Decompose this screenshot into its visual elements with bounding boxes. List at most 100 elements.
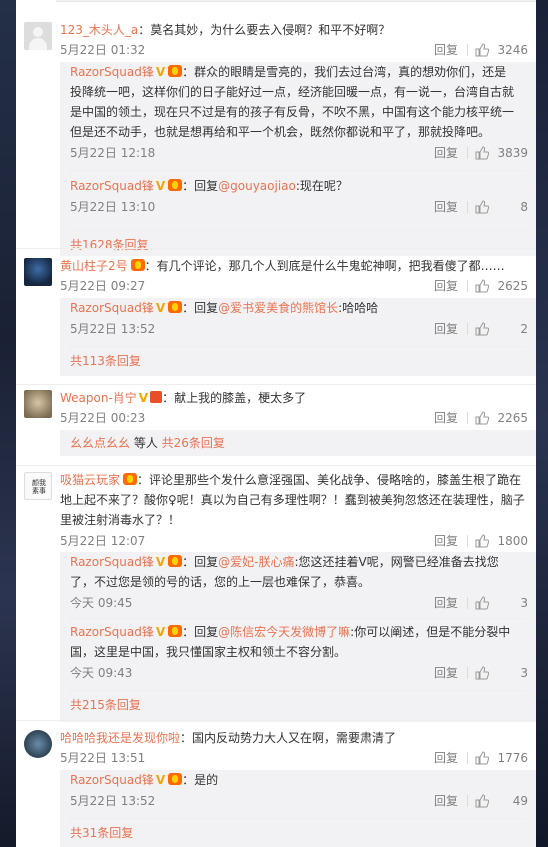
more-replies-link[interactable]: 共113条回复 (70, 352, 141, 370)
thumbs-up-icon[interactable] (474, 321, 490, 337)
reply-meta: 5月22日 13:52 回复 2 (70, 320, 528, 338)
fan-badge-icon (168, 625, 183, 637)
like-count: 3 (520, 596, 528, 610)
mention-link[interactable]: @爱书爱美食的熊馆长 (218, 301, 338, 315)
reply-text-line: 国，这里是中国，我只懂国家主权和领土不容分割。 (70, 645, 347, 659)
thumbs-up-icon[interactable] (474, 199, 490, 215)
comment-text: 黄山柱子2号 ：有几个评论，那几个人到底是什么牛鬼蛇神啊，把我看傻了都…… (60, 259, 505, 273)
like-count: 3 (520, 666, 528, 680)
divider (467, 323, 468, 335)
avatar[interactable] (24, 258, 52, 286)
avatar[interactable] (24, 22, 52, 50)
reply-preview-users[interactable]: 幺幺点幺幺 (70, 436, 130, 450)
reply-username[interactable]: RazorSquad锋 (70, 179, 154, 193)
reply-box: 幺幺点幺幺 等人 共26条回复 (60, 430, 536, 456)
comment-meta: 5月22日 13:51 回复 1776 (60, 749, 528, 767)
thumbs-up-icon[interactable] (474, 793, 490, 809)
comment-time: 5月22日 00:23 (60, 411, 146, 425)
reply-meta: 今天 09:45 回复 3 (70, 594, 528, 612)
reply-button[interactable]: 回复 (434, 594, 458, 612)
comment-meta: 5月22日 00:23 回复 2265 (60, 409, 528, 427)
comment-text-line: 地上起不来了？酸你♀呢！真以为自己有多理性啊？！蠢到被美狗忽悠还在装理性，脑子 (60, 493, 525, 507)
reply-username[interactable]: RazorSquad锋 (70, 773, 154, 787)
divider (467, 147, 468, 159)
divider (467, 412, 468, 424)
reply-time: 5月22日 13:52 (70, 794, 156, 808)
divider (467, 535, 468, 547)
thumbs-up-icon[interactable] (474, 410, 490, 426)
mention-link[interactable]: @gouyaojiao (218, 179, 296, 193)
thumbs-up-icon[interactable] (474, 665, 490, 681)
reply-meta: 今天 09:43 回复 3 (70, 664, 528, 682)
verified-v-icon: V (138, 391, 149, 405)
more-replies-link[interactable]: 共31条回复 (70, 824, 133, 842)
thumbs-up-icon[interactable] (474, 42, 490, 58)
divider (467, 201, 468, 213)
reply-time: 今天 09:43 (70, 666, 133, 680)
divider (16, 465, 536, 466)
reply-text: RazorSquad锋 V ：回复@爱妃-朕心痛:您这还挂着V呢，网警已经准备去找您 (70, 552, 528, 572)
like-count: 8 (520, 200, 528, 214)
comment-time: 5月22日 09:27 (60, 279, 146, 293)
comment-username[interactable]: 吸猫云玩家 (60, 473, 120, 487)
reply-button[interactable]: 回复 (434, 532, 458, 550)
more-replies-link[interactable]: 幺幺点幺幺 等人 共26条回复 (70, 434, 225, 452)
mention-link[interactable]: @陈信宏今天发微博了嘛 (218, 625, 350, 639)
comment-text: 123_木头人_a：莫名其妙，为什么要去入侵啊？和平不好啊？ (60, 23, 391, 37)
reply-username[interactable]: RazorSquad锋 (70, 301, 154, 315)
comment-username[interactable]: 黄山柱子2号 (60, 259, 128, 273)
more-replies-link[interactable]: 共1628条回复 (70, 236, 149, 254)
like-count: 1776 (497, 751, 528, 765)
comment-username[interactable]: 哈哈哈我还是发现你啦 (60, 731, 180, 745)
comment-username[interactable]: 123_木头人_a (60, 23, 138, 37)
thumbs-up-icon[interactable] (474, 278, 490, 294)
reply-button[interactable]: 回复 (434, 144, 458, 162)
thumbs-up-icon[interactable] (474, 750, 490, 766)
fan-badge-icon (168, 773, 183, 785)
reply-box: RazorSquad锋 V ：群众的眼睛是雪亮的，我们去过台湾，真的想劝你们，还是 … (60, 62, 536, 256)
reply-button[interactable]: 回复 (434, 277, 458, 295)
divider (70, 818, 526, 819)
divider (467, 44, 468, 56)
reply-time: 5月22日 12:18 (70, 146, 156, 160)
reply-button[interactable]: 回复 (434, 664, 458, 682)
like-count: 2625 (497, 279, 528, 293)
thumbs-up-icon[interactable] (474, 533, 490, 549)
reply-button[interactable]: 回复 (434, 792, 458, 810)
reply-text: RazorSquad锋 V ：群众的眼睛是雪亮的，我们去过台湾，真的想劝你们，还是 (70, 62, 528, 82)
thumbs-up-icon[interactable] (474, 595, 490, 611)
comment-username[interactable]: Weapon-肖宁 (60, 391, 137, 405)
reply-time: 今天 09:45 (70, 596, 133, 610)
reply-text: RazorSquad锋 V ：回复@陈信宏今天发微博了嘛:你可以阐述，但是不能分裂中 (70, 622, 528, 642)
reply-button[interactable]: 回复 (434, 41, 458, 59)
avatar[interactable] (24, 730, 52, 758)
like-count: 2265 (497, 411, 528, 425)
reply-username[interactable]: RazorSquad锋 (70, 625, 154, 639)
reply-button[interactable]: 回复 (434, 198, 458, 216)
comment-text: Weapon-肖宁 V ：献上我的膝盖，梗太多了 (60, 388, 528, 408)
reply-button[interactable]: 回复 (434, 409, 458, 427)
divider (467, 597, 468, 609)
reply-username[interactable]: RazorSquad锋 (70, 65, 154, 79)
divider (467, 280, 468, 292)
divider (70, 618, 526, 619)
divider (70, 170, 526, 171)
medal-badge-icon (150, 391, 163, 403)
verified-v-icon: V (155, 773, 166, 787)
fan-badge-icon (168, 179, 183, 191)
avatar[interactable] (24, 390, 52, 418)
fan-badge-icon (168, 555, 183, 567)
like-count: 1800 (497, 534, 528, 548)
avatar[interactable]: 颜我素事 (24, 472, 52, 500)
thumbs-up-icon[interactable] (474, 145, 490, 161)
verified-v-icon: V (155, 625, 166, 639)
reply-username[interactable]: RazorSquad锋 (70, 555, 154, 569)
mention-link[interactable]: @爱妃-朕心痛 (218, 555, 294, 569)
reply-button[interactable]: 回复 (434, 749, 458, 767)
fan-badge-icon (130, 259, 145, 271)
divider (467, 667, 468, 679)
more-replies-link[interactable]: 共215条回复 (70, 696, 141, 714)
comment-text-line: 里被注射消毒水了？！ (60, 513, 181, 527)
reply-button[interactable]: 回复 (434, 320, 458, 338)
reply-text: RazorSquad锋 V ：回复@爱书爱美食的熊馆长:哈哈哈 (70, 298, 528, 318)
